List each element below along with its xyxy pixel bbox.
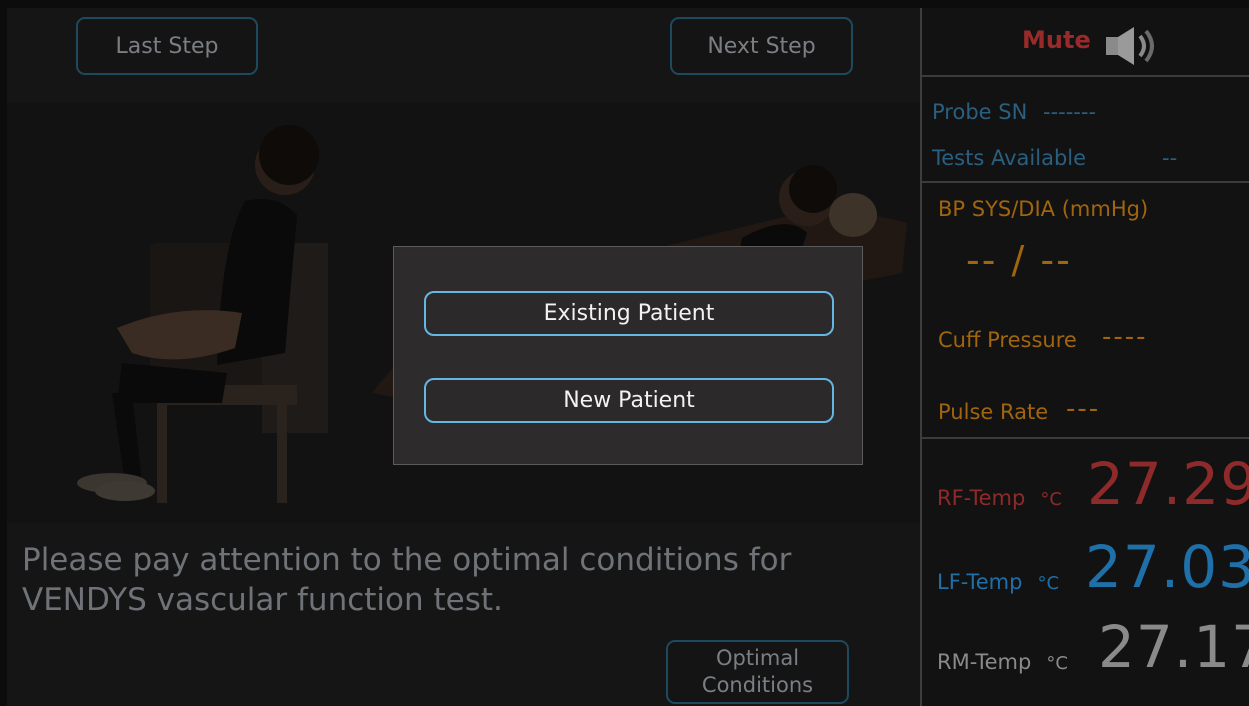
lf-temp-value: 27.03	[1085, 533, 1249, 601]
lf-temp-row: LF-Temp °C	[937, 570, 1059, 594]
lf-temp-unit: °C	[1037, 573, 1060, 594]
divider-line	[922, 437, 1249, 439]
optimal-conditions-button[interactable]: Optimal Conditions	[666, 640, 849, 704]
next-step-button[interactable]: Next Step	[670, 17, 853, 75]
rf-temp-label: RF-Temp	[937, 486, 1026, 510]
cuff-pressure-label: Cuff Pressure	[938, 328, 1077, 352]
probe-sn-label: Probe SN	[932, 100, 1028, 124]
mute-label[interactable]: Mute	[1022, 26, 1091, 54]
cuff-pressure-value: ----	[1102, 322, 1148, 352]
last-step-button[interactable]: Last Step	[76, 17, 258, 75]
pulse-rate-value: ---	[1066, 394, 1101, 424]
rm-temp-label: RM-Temp	[937, 650, 1032, 674]
existing-patient-button[interactable]: Existing Patient	[424, 291, 834, 336]
tests-available-label: Tests Available	[932, 146, 1087, 170]
probe-sn-value: -------	[1043, 100, 1097, 124]
new-patient-button[interactable]: New Patient	[424, 378, 834, 423]
rf-temp-unit: °C	[1040, 489, 1062, 510]
rm-temp-value: 27.17	[1098, 613, 1249, 681]
rf-temp-value: 27.29	[1087, 450, 1249, 518]
rf-temp-row: RF-Temp °C	[937, 486, 1062, 510]
optimal-conditions-label: Optimal Conditions	[701, 646, 814, 697]
tests-available-value: --	[1162, 146, 1178, 170]
rm-temp-row: RM-Temp °C	[937, 650, 1068, 674]
pulse-rate-label: Pulse Rate	[938, 400, 1049, 424]
lf-temp-label: LF-Temp	[937, 570, 1023, 594]
bp-label: BP SYS/DIA (mmHg)	[938, 197, 1149, 221]
bp-value: -- / --	[966, 238, 1072, 282]
speaker-icon[interactable]	[1104, 24, 1162, 72]
instruction-text: Please pay attention to the optimal cond…	[22, 542, 792, 618]
divider-line	[922, 75, 1249, 77]
patient-select-dialog: Existing Patient New Patient	[393, 246, 863, 465]
divider-line	[922, 181, 1249, 183]
rm-temp-unit: °C	[1046, 653, 1068, 674]
